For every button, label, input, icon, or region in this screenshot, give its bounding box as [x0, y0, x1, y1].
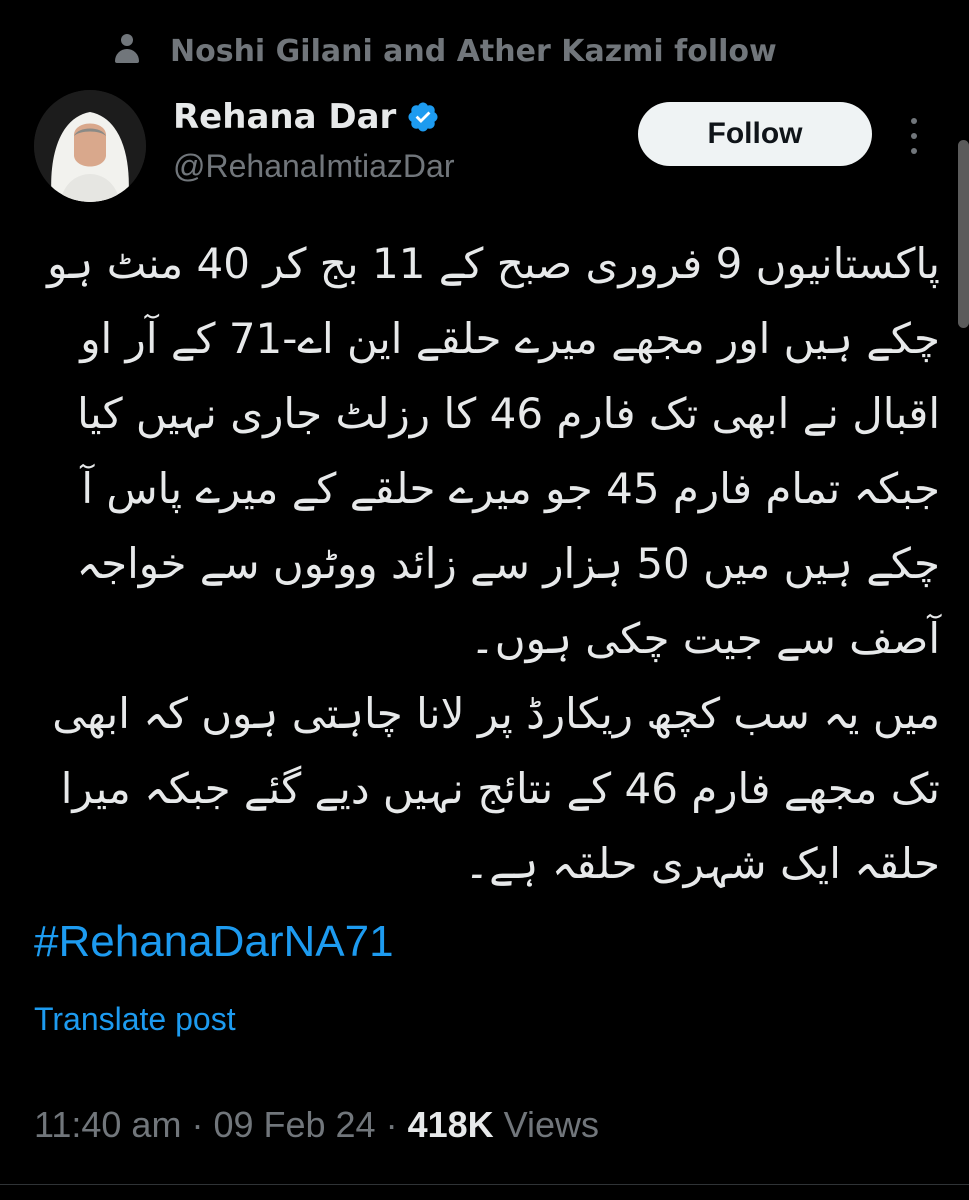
follow-button[interactable]: Follow — [638, 102, 872, 166]
translate-post-link[interactable]: Translate post — [34, 1001, 236, 1038]
post-time[interactable]: 11:40 am — [34, 1104, 181, 1146]
meta-separator: · — [191, 1104, 204, 1145]
verified-badge-icon[interactable] — [406, 100, 440, 134]
post-paragraph: میں یہ سب کچھ ریکارڈ پر لانا چاہتی ہوں ک… — [52, 689, 940, 888]
social-context-text[interactable]: Noshi Gilani and Ather Kazmi follow — [170, 34, 777, 69]
social-context: Noshi Gilani and Ather Kazmi follow — [112, 28, 777, 74]
avatar[interactable] — [34, 90, 146, 202]
scrollbar[interactable] — [958, 140, 969, 328]
views-count[interactable]: 418K — [408, 1104, 494, 1146]
post-text: پاکستانیوں 9 فروری صبح کے 11 بج کر 40 من… — [28, 226, 940, 901]
more-icon[interactable] — [902, 118, 926, 154]
hashtag-link[interactable]: #RehanaDarNA71 — [34, 917, 394, 967]
views-label[interactable]: Views — [504, 1104, 599, 1146]
post-body: پاکستانیوں 9 فروری صبح کے 11 بج کر 40 من… — [28, 226, 940, 901]
author-display-name[interactable]: Rehana Dar — [173, 97, 396, 137]
meta-separator: · — [385, 1104, 398, 1145]
author-block: Rehana Dar @RehanaImtiazDar — [173, 94, 454, 185]
author-handle[interactable]: @RehanaImtiazDar — [173, 148, 454, 185]
post-paragraph: پاکستانیوں 9 فروری صبح کے 11 بج کر 40 من… — [47, 239, 940, 663]
post-meta: 11:40 am · 09 Feb 24 · 418K Views — [34, 1104, 599, 1146]
divider — [0, 1184, 969, 1185]
person-icon — [112, 34, 142, 68]
post-date[interactable]: 09 Feb 24 — [213, 1104, 375, 1146]
author-name-row: Rehana Dar — [173, 94, 454, 140]
